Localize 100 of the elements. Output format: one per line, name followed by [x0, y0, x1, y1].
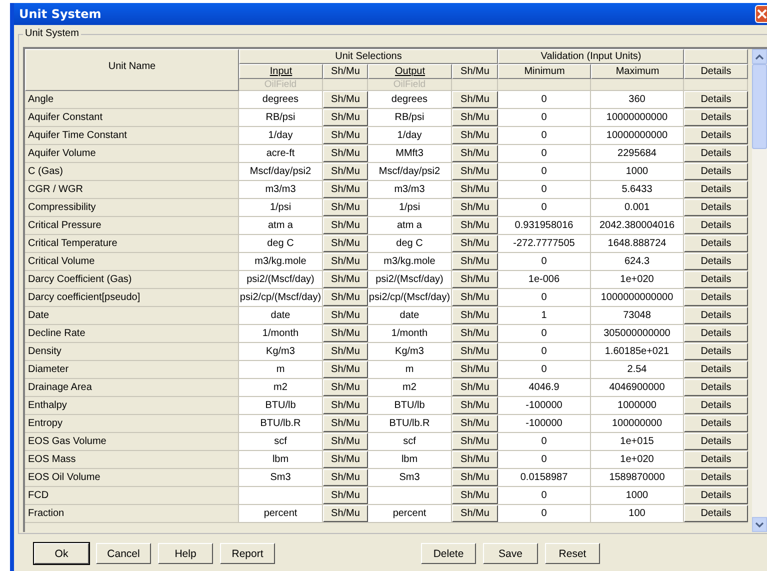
- details-button[interactable]: Details: [684, 253, 748, 270]
- show-units-button[interactable]: Sh/Mu: [452, 325, 498, 342]
- output-unit-cell[interactable]: scf: [368, 433, 452, 451]
- show-units-button[interactable]: Sh/Mu: [452, 235, 498, 252]
- show-units-button[interactable]: Sh/Mu: [452, 145, 498, 162]
- input-unit-cell[interactable]: acre-ft: [239, 145, 323, 163]
- input-unit-cell[interactable]: m3/kg.mole: [239, 253, 323, 271]
- minimum-cell[interactable]: -272.7777505: [498, 235, 591, 253]
- details-button[interactable]: Details: [684, 415, 748, 432]
- output-unit-cell[interactable]: Kg/m3: [368, 343, 452, 361]
- show-units-button[interactable]: Sh/Mu: [323, 181, 368, 198]
- details-button[interactable]: Details: [684, 127, 748, 144]
- show-units-button[interactable]: Sh/Mu: [452, 271, 498, 288]
- show-units-button[interactable]: Sh/Mu: [323, 163, 368, 180]
- show-units-button[interactable]: Sh/Mu: [323, 343, 368, 360]
- input-unit-cell[interactable]: [239, 487, 323, 505]
- minimum-cell[interactable]: 0: [498, 91, 591, 109]
- maximum-cell[interactable]: 1e+020: [591, 451, 684, 469]
- output-unit-cell[interactable]: m3/m3: [368, 181, 452, 199]
- scrollbar[interactable]: [752, 49, 767, 532]
- dialog-button[interactable]: Cancel: [96, 543, 151, 564]
- maximum-cell[interactable]: 100000000: [591, 415, 684, 433]
- output-unit-cell[interactable]: m3/kg.mole: [368, 253, 452, 271]
- show-units-button[interactable]: Sh/Mu: [323, 379, 368, 396]
- maximum-cell[interactable]: 1000: [591, 163, 684, 181]
- maximum-cell[interactable]: 10000000000: [591, 109, 684, 127]
- input-unit-cell[interactable]: psi2/cp/(Mscf/day): [239, 289, 323, 307]
- minimum-cell[interactable]: -100000: [498, 415, 591, 433]
- maximum-cell[interactable]: 1589870000: [591, 469, 684, 487]
- output-unit-cell[interactable]: m: [368, 361, 452, 379]
- input-unit-cell[interactable]: atm a: [239, 217, 323, 235]
- input-unit-cell[interactable]: BTU/lb: [239, 397, 323, 415]
- minimum-cell[interactable]: 0: [498, 325, 591, 343]
- minimum-cell[interactable]: 0: [498, 109, 591, 127]
- show-units-button[interactable]: Sh/Mu: [323, 91, 368, 108]
- output-unit-cell[interactable]: [368, 487, 452, 505]
- minimum-cell[interactable]: 0: [498, 361, 591, 379]
- minimum-cell[interactable]: 0: [498, 181, 591, 199]
- output-unit-cell[interactable]: 1/day: [368, 127, 452, 145]
- minimum-cell[interactable]: 0: [498, 505, 591, 523]
- maximum-cell[interactable]: 1000000: [591, 397, 684, 415]
- input-unit-cell[interactable]: 1/psi: [239, 199, 323, 217]
- show-units-button[interactable]: Sh/Mu: [452, 289, 498, 306]
- maximum-cell[interactable]: 305000000000: [591, 325, 684, 343]
- input-unit-cell[interactable]: psi2/(Mscf/day): [239, 271, 323, 289]
- details-button[interactable]: Details: [684, 361, 748, 378]
- show-units-button[interactable]: Sh/Mu: [323, 127, 368, 144]
- show-units-button[interactable]: Sh/Mu: [452, 379, 498, 396]
- output-unit-cell[interactable]: BTU/lb.R: [368, 415, 452, 433]
- details-button[interactable]: Details: [684, 217, 748, 234]
- details-button[interactable]: Details: [684, 307, 748, 324]
- details-button[interactable]: Details: [684, 235, 748, 252]
- show-units-button[interactable]: Sh/Mu: [323, 109, 368, 126]
- show-units-button[interactable]: Sh/Mu: [323, 217, 368, 234]
- input-unit-cell[interactable]: m: [239, 361, 323, 379]
- dialog-button[interactable]: Ok: [34, 543, 89, 564]
- show-units-button[interactable]: Sh/Mu: [323, 415, 368, 432]
- maximum-cell[interactable]: 1000: [591, 487, 684, 505]
- details-button[interactable]: Details: [684, 91, 748, 108]
- maximum-cell[interactable]: 1000000000000: [591, 289, 684, 307]
- show-units-button[interactable]: Sh/Mu: [452, 343, 498, 360]
- details-button[interactable]: Details: [684, 379, 748, 396]
- show-units-button[interactable]: Sh/Mu: [452, 469, 498, 486]
- input-unit-cell[interactable]: degrees: [239, 91, 323, 109]
- output-unit-cell[interactable]: psi2/(Mscf/day): [368, 271, 452, 289]
- maximum-cell[interactable]: 1648.888724: [591, 235, 684, 253]
- dialog-button[interactable]: Delete: [421, 543, 476, 564]
- input-unit-cell[interactable]: 1/day: [239, 127, 323, 145]
- output-unit-cell[interactable]: Mscf/day/psi2: [368, 163, 452, 181]
- output-unit-cell[interactable]: atm a: [368, 217, 452, 235]
- minimum-cell[interactable]: 0: [498, 433, 591, 451]
- show-units-button[interactable]: Sh/Mu: [452, 487, 498, 504]
- minimum-cell[interactable]: 0: [498, 163, 591, 181]
- scroll-thumb[interactable]: [752, 64, 767, 149]
- maximum-cell[interactable]: 1.60185e+021: [591, 343, 684, 361]
- details-button[interactable]: Details: [684, 487, 748, 504]
- input-unit-cell[interactable]: lbm: [239, 451, 323, 469]
- show-units-button[interactable]: Sh/Mu: [452, 109, 498, 126]
- minimum-cell[interactable]: 0.931958016: [498, 217, 591, 235]
- show-units-button[interactable]: Sh/Mu: [323, 433, 368, 450]
- output-unit-cell[interactable]: m2: [368, 379, 452, 397]
- show-units-button[interactable]: Sh/Mu: [452, 253, 498, 270]
- maximum-cell[interactable]: 73048: [591, 307, 684, 325]
- dialog-button[interactable]: Report: [220, 543, 275, 564]
- minimum-cell[interactable]: 0: [498, 343, 591, 361]
- show-units-button[interactable]: Sh/Mu: [452, 181, 498, 198]
- show-units-button[interactable]: Sh/Mu: [323, 199, 368, 216]
- output-unit-cell[interactable]: 1/month: [368, 325, 452, 343]
- show-units-button[interactable]: Sh/Mu: [323, 487, 368, 504]
- minimum-cell[interactable]: 0: [498, 451, 591, 469]
- show-units-button[interactable]: Sh/Mu: [452, 397, 498, 414]
- details-button[interactable]: Details: [684, 505, 748, 522]
- input-unit-cell[interactable]: Mscf/day/psi2: [239, 163, 323, 181]
- show-units-button[interactable]: Sh/Mu: [323, 145, 368, 162]
- maximum-cell[interactable]: 624.3: [591, 253, 684, 271]
- show-units-button[interactable]: Sh/Mu: [323, 469, 368, 486]
- input-unit-cell[interactable]: deg C: [239, 235, 323, 253]
- output-unit-cell[interactable]: percent: [368, 505, 452, 523]
- minimum-cell[interactable]: 0: [498, 127, 591, 145]
- maximum-cell[interactable]: 1e+015: [591, 433, 684, 451]
